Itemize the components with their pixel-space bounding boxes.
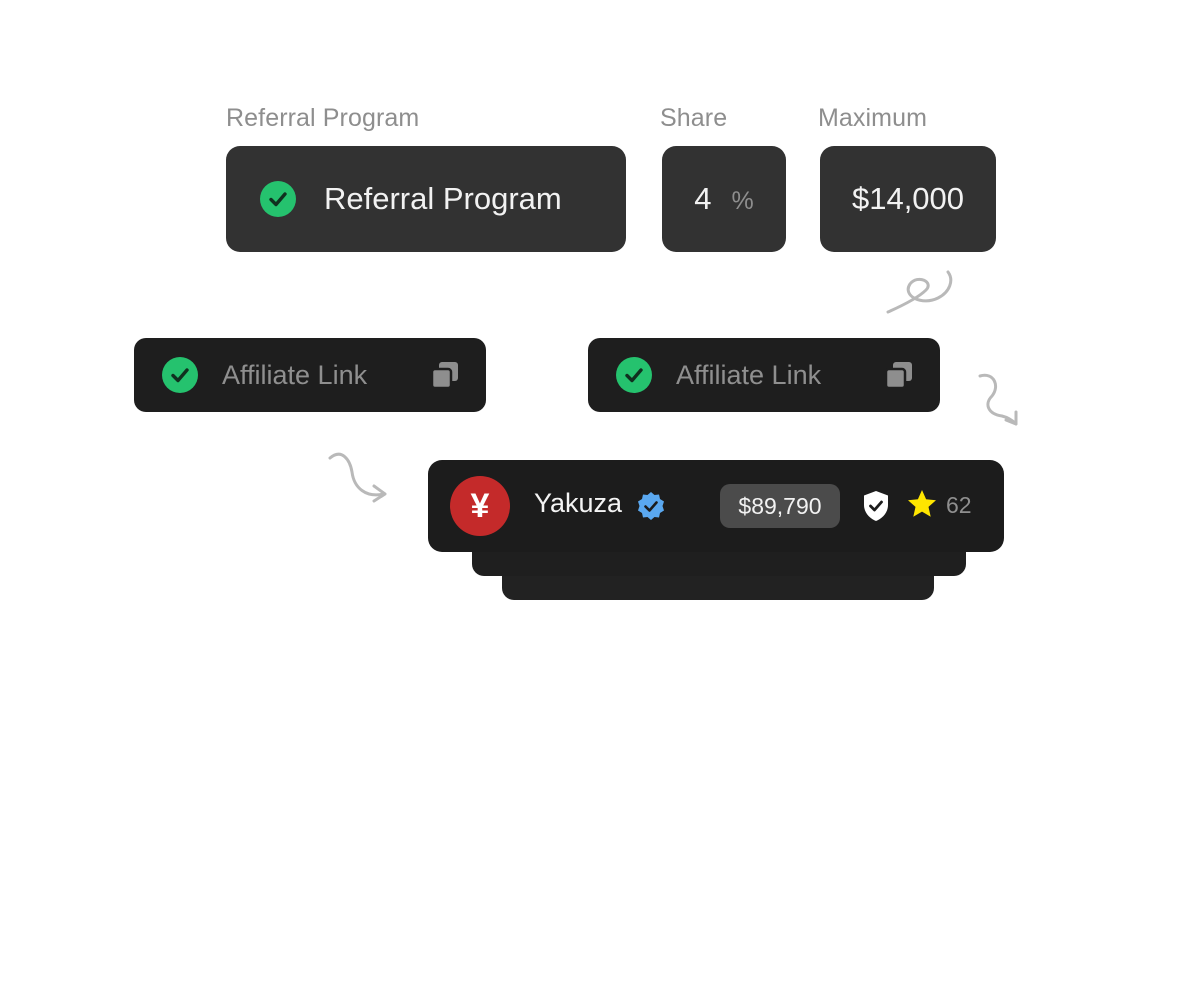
check-icon [162, 357, 198, 393]
affiliate-link-label: Affiliate Link [222, 359, 368, 390]
share-unit: % [731, 186, 754, 215]
affiliate-link-pill-2[interactable]: Affiliate Link [588, 338, 940, 412]
user-card[interactable]: ¥ Yakuza $89,790 62 [428, 460, 1004, 552]
share-value: 4 [694, 181, 712, 216]
squiggle-arrow-decoration [886, 270, 953, 314]
star-icon [908, 490, 936, 517]
check-icon [260, 181, 296, 217]
affiliate-link-label: Affiliate Link [676, 359, 822, 390]
copy-icon[interactable] [430, 360, 460, 390]
avatar: ¥ [450, 476, 510, 536]
verified-badge-icon [638, 492, 664, 520]
shield-check-icon [864, 491, 888, 521]
rating-value: 62 [946, 492, 972, 518]
referral-program-label: Referral Program [226, 104, 420, 132]
share-field[interactable]: 4 % [662, 146, 786, 252]
maximum-value: $14,000 [851, 181, 965, 216]
referral-program-field[interactable]: Referral Program [226, 146, 626, 252]
referral-program-value: Referral Program [324, 181, 562, 216]
balance-badge: $89,790 [720, 484, 840, 528]
user-name: Yakuza [534, 488, 623, 518]
curl-arrow-decoration [978, 373, 1018, 426]
maximum-field[interactable]: $14,000 [820, 146, 996, 252]
check-icon [616, 357, 652, 393]
maximum-label: Maximum [818, 104, 928, 132]
swoosh-arrow-decoration [328, 452, 387, 503]
share-label: Share [660, 104, 728, 132]
affiliate-link-pill-1[interactable]: Affiliate Link [134, 338, 486, 412]
copy-icon[interactable] [884, 360, 914, 390]
